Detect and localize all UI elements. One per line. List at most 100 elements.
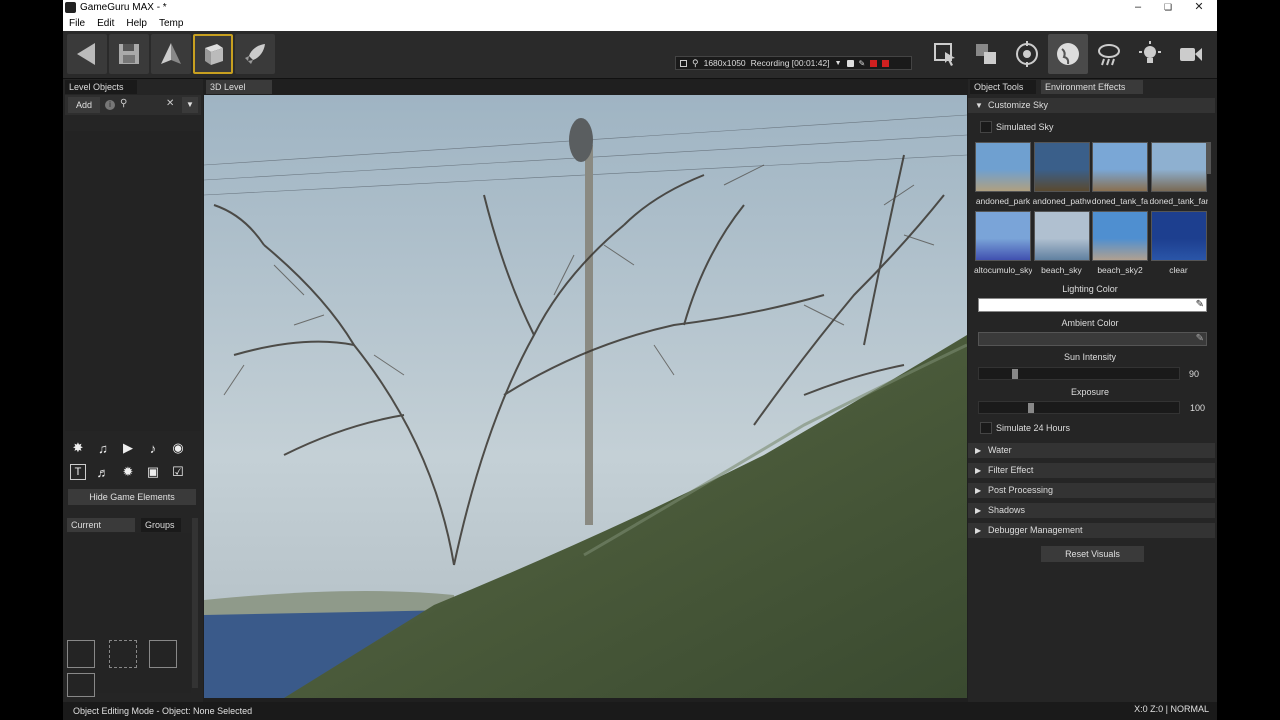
select-cursor-icon	[934, 43, 955, 66]
3d-viewport[interactable]	[204, 95, 967, 698]
weather-button[interactable]	[1089, 34, 1129, 74]
slider-handle[interactable]	[1028, 403, 1034, 413]
pause-record-icon[interactable]	[870, 59, 878, 67]
floppy-disk-icon	[119, 44, 139, 64]
stop-record-icon[interactable]	[882, 59, 890, 67]
lighting-color-label: Lighting Color	[1062, 284, 1118, 294]
sky-thumbnail[interactable]	[1092, 142, 1148, 192]
sky-thumbnail[interactable]	[975, 142, 1031, 192]
collapsed-triangle-icon: ▶	[975, 506, 982, 515]
puzzle-button[interactable]	[966, 34, 1006, 74]
tab-current-objects[interactable]: Current Objects	[67, 518, 135, 544]
close-button[interactable]: ✕	[1184, 0, 1214, 15]
filter-effect-header[interactable]: ▶ Filter Effect	[968, 463, 1215, 478]
ambient-color-swatch[interactable]: ✎	[978, 332, 1207, 346]
camera-snapshot-icon[interactable]	[846, 59, 854, 67]
sky-scrollbar[interactable]	[1206, 142, 1211, 174]
level-objects-toolbar: Add i ⚲ ✕ ▼	[65, 95, 201, 115]
sky-thumbnail[interactable]	[1092, 211, 1148, 261]
object-mode-button[interactable]	[193, 34, 233, 74]
light-element-icon[interactable]: ✸	[68, 438, 88, 458]
sky-thumbnail[interactable]	[1150, 211, 1207, 261]
sky-thumbnail[interactable]	[975, 211, 1031, 261]
customize-sky-header[interactable]: ▼ Customize Sky	[968, 98, 1215, 113]
filter-dropdown-icon[interactable]: ▼	[182, 97, 198, 113]
terrain-button[interactable]	[151, 34, 191, 74]
puzzle-icon	[976, 44, 996, 64]
clear-search-icon[interactable]: ✕	[166, 98, 174, 109]
globe-icon	[1057, 43, 1079, 65]
edit-group-icon[interactable]	[149, 640, 177, 668]
current-objects-list[interactable]	[65, 533, 191, 693]
speaker-icon[interactable]: ♬	[93, 462, 113, 482]
simulated-sky-checkbox[interactable]	[980, 121, 992, 133]
rain-cloud-icon	[1098, 44, 1120, 66]
water-header[interactable]: ▶ Water	[968, 443, 1215, 458]
save-button[interactable]	[109, 34, 149, 74]
menu-help[interactable]: Help	[120, 18, 153, 29]
tab-environment-effects[interactable]: Environment Effects	[1041, 80, 1143, 94]
section-label: Water	[988, 445, 1012, 455]
tab-3d-level-editor[interactable]: 3D Level Editor	[206, 80, 272, 106]
maximize-button[interactable]: ❏	[1153, 0, 1183, 15]
tab-groups[interactable]: Groups	[141, 518, 181, 532]
info-icon[interactable]: i	[105, 100, 115, 110]
simulate-24-hours-checkbox[interactable]	[980, 422, 992, 434]
recording-bar: ⚲ 1680x1050 Recording [00:01:42] ▼ ✎	[675, 56, 912, 70]
pencil-icon[interactable]: ✎	[859, 59, 866, 68]
play-circle-icon[interactable]: ▶	[118, 438, 138, 458]
expanded-triangle-icon: ▼	[975, 101, 983, 110]
exposure-slider[interactable]	[978, 401, 1180, 414]
level-objects-list[interactable]	[65, 131, 201, 431]
menu-file[interactable]: File	[63, 18, 91, 29]
sky-thumbnail[interactable]	[1033, 211, 1090, 261]
lighting-button[interactable]	[1130, 34, 1170, 74]
debugger-management-header[interactable]: ▶ Debugger Management	[968, 523, 1215, 538]
menu-bar: File Edit Help Temp	[63, 15, 1217, 31]
select-tool-button[interactable]	[925, 34, 965, 74]
sky-thumbnail[interactable]	[1150, 142, 1207, 192]
sky-thumbnail-label: doned_tank_far	[1149, 196, 1208, 206]
menu-temp[interactable]: Temp	[153, 18, 189, 29]
title-bar: GameGuru MAX - * – ❏ ✕	[63, 0, 1217, 15]
camera-button[interactable]	[1171, 34, 1211, 74]
window-icon	[680, 59, 687, 67]
group-icon[interactable]	[67, 640, 95, 668]
cube-icon	[205, 44, 223, 65]
checkbox-icon[interactable]: ☑	[168, 462, 188, 482]
trophy-icon[interactable]: ♫	[93, 438, 113, 458]
ungroup-icon[interactable]	[109, 640, 137, 668]
sky-thumbnail[interactable]	[1033, 142, 1090, 192]
tab-level-objects[interactable]: Level Objects	[65, 80, 137, 94]
hide-game-elements-button[interactable]: Hide Game Elements	[68, 489, 196, 505]
sun-intensity-slider[interactable]	[978, 367, 1180, 380]
recording-dropdown-icon[interactable]: ▼	[835, 60, 842, 67]
status-bar: Object Editing Mode - Object: None Selec…	[63, 702, 1217, 720]
particle-icon[interactable]: ◉	[168, 438, 188, 458]
menu-edit[interactable]: Edit	[91, 18, 120, 29]
post-processing-header[interactable]: ▶ Post Processing	[968, 483, 1215, 498]
color-picker-icon[interactable]: ✎	[1196, 299, 1204, 310]
environment-button[interactable]	[1048, 34, 1088, 74]
shadows-header[interactable]: ▶ Shadows	[968, 503, 1215, 518]
section-label: Post Processing	[988, 485, 1054, 495]
search-icon: ⚲	[120, 98, 128, 109]
test-game-button[interactable]	[235, 34, 275, 74]
add-button[interactable]: Add	[68, 97, 100, 113]
tab-object-tools[interactable]: Object Tools	[970, 80, 1036, 94]
current-objects-scrollbar[interactable]	[192, 518, 198, 688]
save-group-icon[interactable]	[67, 673, 95, 697]
reset-visuals-button[interactable]: Reset Visuals	[1041, 546, 1144, 562]
sparkle-icon[interactable]: ✹	[118, 462, 138, 482]
back-button[interactable]	[67, 34, 107, 74]
image-icon[interactable]: ▣	[143, 462, 163, 482]
music-note-icon[interactable]: ♪	[143, 438, 163, 458]
slider-handle[interactable]	[1012, 369, 1018, 379]
minimize-button[interactable]: –	[1123, 0, 1153, 15]
color-picker-icon[interactable]: ✎	[1196, 333, 1204, 344]
text-element-icon[interactable]: T	[70, 464, 86, 480]
sky-thumbnail-label: andoned_pathw	[1032, 196, 1091, 206]
recording-resolution: 1680x1050	[703, 58, 746, 68]
target-button[interactable]	[1007, 34, 1047, 74]
lighting-color-swatch[interactable]: ✎	[978, 298, 1207, 312]
